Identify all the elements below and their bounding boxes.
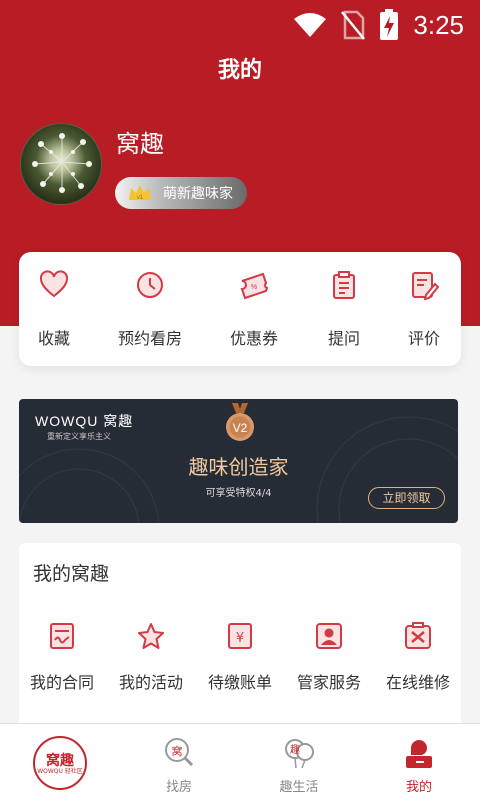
- quick-action-coupons[interactable]: % 优惠券: [209, 252, 299, 366]
- banner-title: 趣味创造家: [188, 455, 289, 479]
- banner-slogan: 重新定义享乐主义: [47, 432, 111, 441]
- banner-brand: WOWQU 窝趣: [35, 413, 134, 429]
- svg-text:%: %: [251, 284, 257, 291]
- no-sim-icon: [341, 10, 366, 40]
- membership-banner[interactable]: WOWQU 窝趣 重新定义享乐主义 V2 趣味创造家 可享受特权4/4 立即领取: [19, 399, 458, 523]
- quick-action-label: 收藏: [37, 329, 70, 348]
- wifi-icon: [294, 13, 327, 37]
- quick-action-questions[interactable]: 提问: [299, 252, 389, 366]
- fun-life-icon: 趣: [285, 739, 314, 769]
- repair-icon: [405, 622, 431, 649]
- svg-text:¥: ¥: [236, 631, 244, 646]
- tab-label: 我的: [405, 780, 432, 795]
- level-badge[interactable]: v1 萌新趣味家: [115, 177, 247, 209]
- service-activities[interactable]: 我的活动: [111, 621, 191, 701]
- claim-button[interactable]: 立即领取: [368, 487, 445, 509]
- heart-icon: [39, 270, 69, 298]
- tab-label: 趣生活: [279, 780, 319, 795]
- contract-icon: [50, 623, 74, 649]
- bill-icon: ¥: [228, 623, 252, 649]
- clock-icon: [137, 272, 163, 298]
- quick-action-reviews[interactable]: 评价: [379, 252, 469, 366]
- find-house-icon: 窝: [165, 738, 194, 767]
- quick-actions-card: 收藏 预约看房 % 优惠券 提问 评价: [19, 252, 461, 366]
- service-label: 在线维修: [385, 673, 450, 692]
- home-logo-button[interactable]: 窝趣 WOWQU 轻社区: [33, 736, 87, 790]
- quick-action-label: 评价: [407, 329, 440, 348]
- service-label: 管家服务: [296, 673, 361, 692]
- service-contract[interactable]: 我的合同: [22, 621, 102, 701]
- edit-note-icon: [412, 272, 439, 300]
- coupon-icon: %: [240, 272, 269, 300]
- service-repair[interactable]: 在线维修: [378, 621, 458, 701]
- service-label: 我的活动: [118, 673, 183, 692]
- page-title: 我的: [217, 58, 262, 83]
- crown-icon: v1: [129, 185, 151, 201]
- medal-label: V2: [233, 421, 248, 435]
- my-wowqu-card: 我的窝趣 我的合同 我的活动 ¥ 待缴账单 管家服务 在线维修: [19, 543, 461, 743]
- app-header: 我的: [0, 48, 480, 96]
- avatar[interactable]: [20, 123, 102, 205]
- quick-action-viewing[interactable]: 预约看房: [105, 252, 195, 366]
- service-label: 待缴账单: [207, 673, 272, 692]
- medal-icon: V2: [226, 403, 254, 441]
- quick-action-favorites[interactable]: 收藏: [9, 252, 99, 366]
- section-title: 我的窝趣: [33, 563, 110, 585]
- user-name: 窝趣: [116, 130, 164, 158]
- butler-icon: [316, 623, 342, 649]
- svg-text:窝: 窝: [172, 744, 183, 758]
- star-icon: [138, 623, 164, 649]
- status-bar: 3:25: [0, 0, 480, 48]
- tab-find-house[interactable]: 窝 找房: [131, 724, 227, 800]
- quick-action-label: 预约看房: [117, 329, 182, 348]
- level-label: 萌新趣味家: [163, 186, 233, 202]
- home-logo-sub: WOWQU 轻社区: [37, 768, 83, 775]
- status-time: 3:25: [413, 9, 464, 40]
- clipboard-icon: [333, 271, 355, 299]
- profile-icon: [406, 740, 432, 768]
- tab-fun-life[interactable]: 趣 趣生活: [251, 724, 347, 800]
- svg-text:趣: 趣: [290, 743, 300, 756]
- quick-action-label: 提问: [327, 329, 360, 348]
- battery-charging-icon: [380, 9, 399, 40]
- service-butler[interactable]: 管家服务: [289, 621, 369, 701]
- service-bills[interactable]: ¥ 待缴账单: [200, 621, 280, 701]
- quick-action-label: 优惠券: [229, 329, 278, 348]
- service-label: 我的合同: [29, 673, 94, 692]
- level-code: v1: [137, 195, 144, 201]
- tab-profile[interactable]: 我的: [371, 724, 467, 800]
- avatar-flower-image: [32, 133, 92, 193]
- tab-label: 找房: [165, 780, 192, 795]
